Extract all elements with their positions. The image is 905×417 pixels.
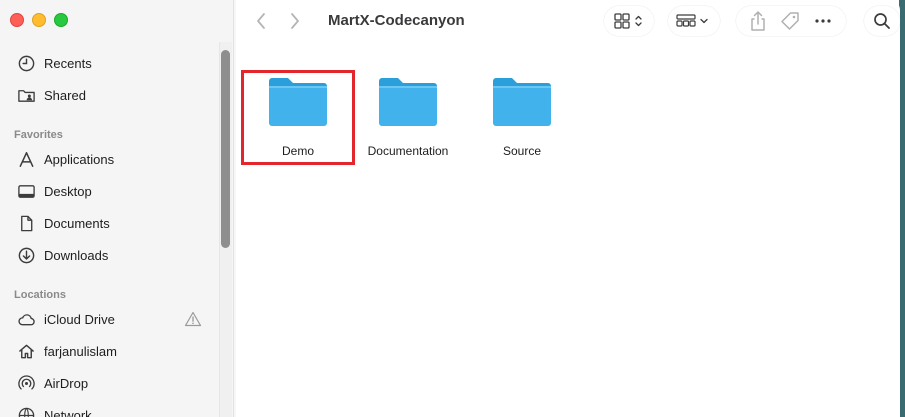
sidebar-item-recents[interactable]: Recents (16, 50, 216, 76)
clock-icon (16, 53, 36, 73)
folder-source[interactable]: Source (472, 76, 572, 164)
desktop-icon (16, 181, 36, 201)
sidebar-item-label: Downloads (44, 247, 109, 263)
actions-group (736, 6, 846, 36)
close-window-button[interactable] (10, 13, 24, 27)
sidebar-item-applications[interactable]: Applications (16, 146, 216, 172)
network-icon (16, 405, 36, 417)
sidebar-item-downloads[interactable]: Downloads (16, 242, 216, 268)
sidebar-item-airdrop[interactable]: AirDrop (16, 370, 216, 396)
minimize-window-button[interactable] (32, 13, 46, 27)
sidebar-item-documents[interactable]: Documents (16, 210, 216, 236)
sidebar-item-label: Desktop (44, 183, 92, 199)
share-icon (750, 11, 765, 31)
home-icon (16, 341, 36, 361)
folder-icon (493, 78, 551, 126)
folder-name: Source (502, 144, 542, 158)
forward-button[interactable] (284, 10, 306, 32)
finder-window: Recents Shared Favorites Applications De… (0, 0, 900, 417)
sidebar-item-label: iCloud Drive (44, 311, 115, 327)
share-button[interactable] (748, 10, 768, 32)
sidebar-item-network[interactable]: Network (16, 402, 216, 417)
sidebar-item-label: Documents (44, 215, 110, 231)
sidebar-item-home[interactable]: farjanulislam (16, 338, 216, 364)
icon-grid-view-icon (614, 13, 642, 29)
folder-documentation[interactable]: Documentation (358, 76, 458, 164)
folder-icon (269, 78, 327, 126)
search-icon (874, 13, 890, 29)
airdrop-icon (16, 373, 36, 393)
chevron-left-icon (257, 13, 265, 29)
sidebar-item-label: Network (44, 407, 92, 417)
sidebar: Recents Shared Favorites Applications De… (0, 0, 236, 417)
zoom-window-button[interactable] (54, 13, 68, 27)
chevron-right-icon (291, 13, 299, 29)
folder-icon (379, 78, 437, 126)
toolbar: MartX-Codecanyon (236, 0, 900, 44)
sidebar-item-label: Recents (44, 55, 92, 71)
warning-icon[interactable] (184, 311, 202, 332)
tag-button[interactable] (779, 10, 801, 32)
window-controls (10, 13, 68, 27)
more-actions-button[interactable] (812, 10, 834, 32)
cloud-icon (16, 309, 36, 329)
sidebar-item-label: AirDrop (44, 375, 89, 391)
folder-demo[interactable]: Demo (248, 76, 348, 164)
favorites-section-title: Favorites (14, 129, 63, 141)
folder-name: Demo (281, 144, 314, 158)
applications-icon (16, 149, 36, 169)
folder-content-area: Demo Documentation Source (236, 44, 900, 417)
sidebar-item-label: farjanulislam (44, 343, 117, 359)
shared-folder-icon (16, 85, 36, 105)
locations-section-title: Locations (14, 289, 66, 301)
window-title: MartX-Codecanyon (328, 12, 465, 29)
sidebar-item-label: Applications (44, 151, 115, 167)
download-icon (16, 245, 36, 265)
group-by-button[interactable] (668, 6, 720, 36)
document-icon (16, 213, 36, 233)
ellipsis-icon (815, 19, 831, 23)
group-grid-icon (676, 14, 708, 27)
folder-name: Documentation (367, 144, 449, 158)
tag-icon (781, 12, 799, 30)
sidebar-scrollbar[interactable] (221, 50, 230, 248)
search-button[interactable] (864, 6, 900, 36)
view-mode-button[interactable] (604, 6, 654, 36)
back-button[interactable] (250, 10, 272, 32)
sidebar-item-desktop[interactable]: Desktop (16, 178, 216, 204)
sidebar-item-shared[interactable]: Shared (16, 82, 216, 108)
sidebar-item-label: Shared (44, 87, 86, 103)
